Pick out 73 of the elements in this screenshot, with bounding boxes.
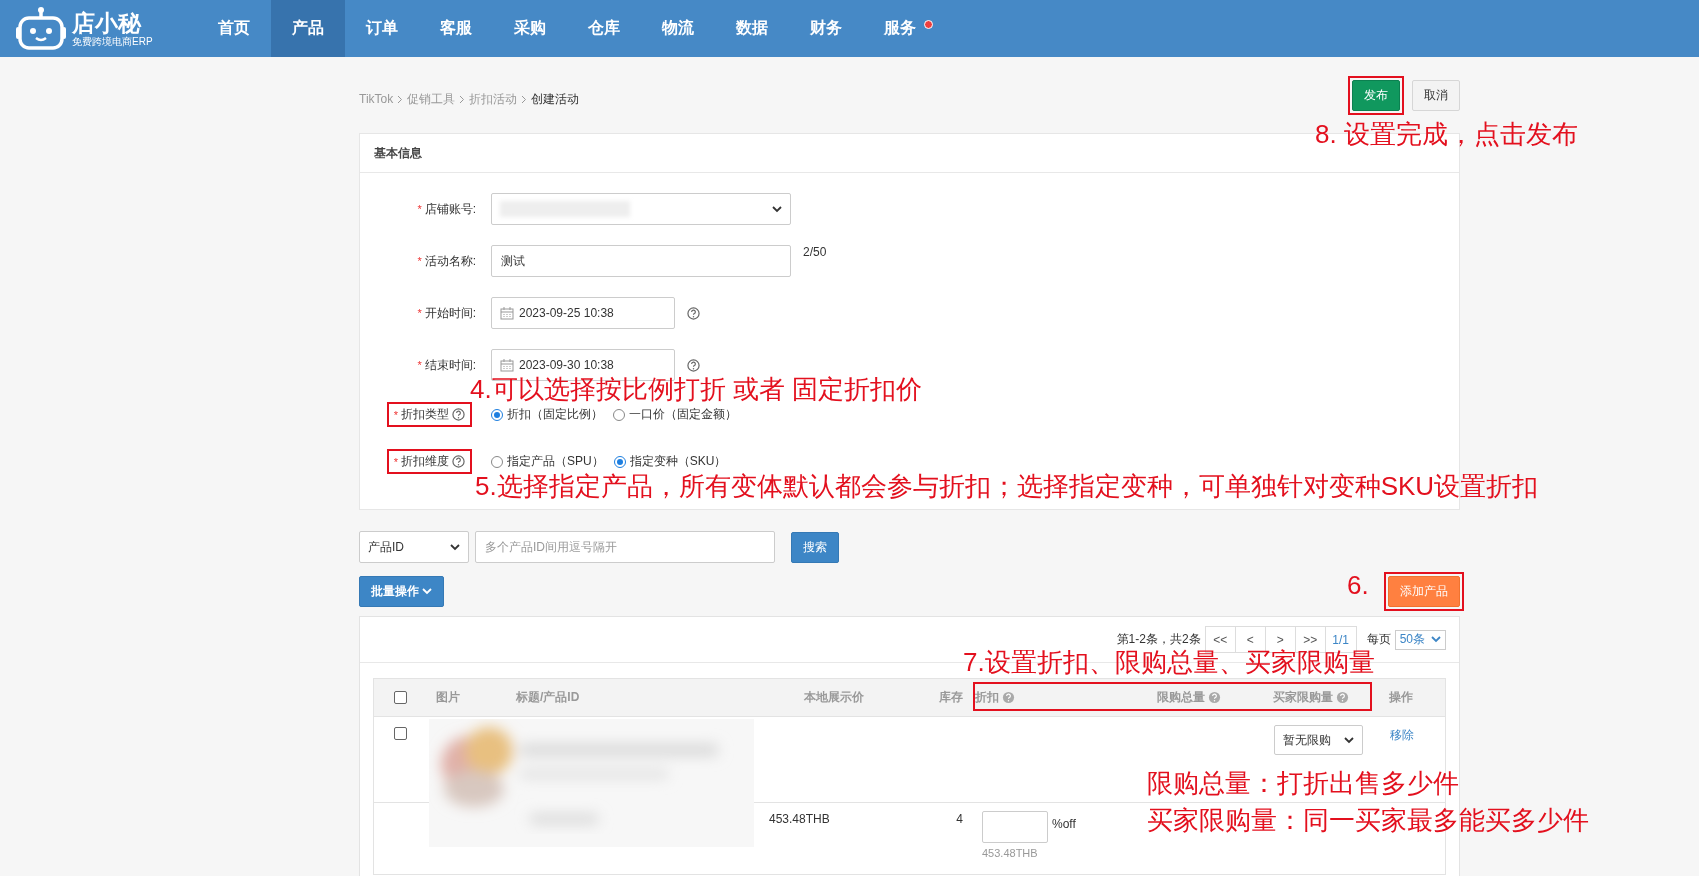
annotation-text: 8. 设置完成，点击发布 — [1315, 122, 1578, 147]
annotation-text: 6. — [1347, 573, 1369, 598]
page-summary: 第1-2条，共2条 — [1116, 631, 1201, 648]
date-field[interactable]: 2023-09-25 10:38 — [491, 297, 675, 329]
chevron-icon — [397, 94, 404, 104]
nav-item[interactable]: 物流 — [641, 0, 715, 57]
search-button[interactable]: 搜索 — [791, 531, 839, 563]
breadcrumb-item[interactable]: 促销工具 — [407, 90, 456, 108]
remove-link[interactable]: 移除 — [1390, 727, 1414, 744]
annotation-text: 买家限购量：同一买家最多能买多少件 — [1147, 808, 1589, 833]
input-field[interactable]: 测试 — [491, 245, 791, 277]
chevron-icon — [521, 94, 528, 104]
add-product-button[interactable]: 添加产品 — [1388, 576, 1460, 607]
chevron-icon — [459, 94, 466, 104]
annotation-text: 7.设置折扣、限购总量、买家限购量 — [963, 650, 1375, 675]
column-header: 库存 — [938, 689, 964, 706]
radio-option[interactable]: 一口价（固定金额） — [613, 406, 737, 423]
stock-cell: 4 — [956, 812, 963, 826]
batch-button[interactable]: 批量操作 — [359, 576, 444, 607]
column-header: 操作 — [1388, 689, 1414, 706]
nav-item[interactable]: 仓库 — [567, 0, 641, 57]
nav-item[interactable]: 订单 — [345, 0, 419, 57]
radio-option[interactable]: 折扣（固定比例） — [491, 406, 603, 423]
price-cell: 453.48THB — [769, 812, 830, 826]
caret-icon — [772, 205, 782, 213]
cancel-button[interactable]: 取消 — [1412, 79, 1460, 111]
breadcrumb-item[interactable]: 创建活动 — [531, 90, 580, 108]
column-header: 图片 — [435, 689, 461, 706]
field-label: * 店铺账号: — [416, 200, 477, 218]
field-label: * 活动名称: — [416, 252, 477, 270]
caret-icon — [422, 588, 432, 595]
radio-option[interactable]: 指定变种（SKU） — [613, 453, 727, 470]
checkbox[interactable] — [394, 727, 407, 740]
nav-item[interactable]: 财务 — [789, 0, 863, 57]
nav-item[interactable]: 首页 — [197, 0, 271, 57]
breadcrumb-item[interactable]: TikTok — [359, 92, 394, 106]
discounted-price: 453.48THB — [982, 847, 1038, 859]
per-page-label: 每页 — [1366, 631, 1391, 648]
caret-icon — [450, 543, 460, 551]
filter-select[interactable]: 产品ID — [359, 531, 469, 563]
unit-label: %off — [1052, 816, 1076, 833]
logo-tagline: 免费跨境电商ERP — [72, 36, 153, 47]
field-label: * 结束时间: — [416, 356, 477, 374]
publish-button[interactable]: 发布 — [1352, 79, 1400, 111]
column-header: 本地展示价 — [803, 689, 865, 706]
column-header: 限购总量 — [1152, 689, 1267, 706]
field-label: * 折扣类型 — [388, 404, 470, 425]
breadcrumb-item[interactable]: 折扣活动 — [469, 90, 518, 108]
char-counter: 2/50 — [803, 245, 827, 259]
discount-field[interactable] — [982, 811, 1048, 843]
search-field[interactable]: 多个产品ID间用逗号隔开 — [475, 531, 775, 563]
nav-item[interactable]: 服务 — [863, 0, 937, 57]
field-label: * 开始时间: — [416, 304, 477, 322]
nav-item[interactable]: 采购 — [493, 0, 567, 57]
nav-item[interactable]: 数据 — [715, 0, 789, 57]
per-page-select[interactable]: 50条 — [1394, 629, 1446, 650]
nav-item[interactable]: 客服 — [419, 0, 493, 57]
field-label: * 折扣维度 — [388, 451, 470, 472]
annotation-text: 限购总量：打折出售多少件 — [1147, 771, 1459, 796]
caret-icon — [1344, 736, 1354, 744]
annotation-text: 5.选择指定产品，所有变体默认都会参与折扣；选择指定变种，可单独针对变种SKU设置折扣 — [475, 474, 1539, 499]
logo-name: 店小秘 — [72, 10, 143, 36]
calendar-icon — [500, 306, 514, 320]
buyer-limit-select[interactable]: 暂无限购 — [1274, 725, 1363, 755]
column-header: 买家限购量 — [1267, 689, 1377, 706]
radio-option[interactable]: 指定产品（SPU） — [491, 453, 604, 470]
caret-icon — [1431, 636, 1441, 643]
column-header: 标题/产品ID — [516, 689, 581, 706]
column-header: 折扣 — [967, 689, 1152, 706]
nav-item[interactable]: 产品 — [271, 0, 345, 57]
robot-logo-icon — [15, 6, 67, 51]
checkbox[interactable] — [394, 691, 407, 704]
calendar-icon — [500, 358, 514, 372]
